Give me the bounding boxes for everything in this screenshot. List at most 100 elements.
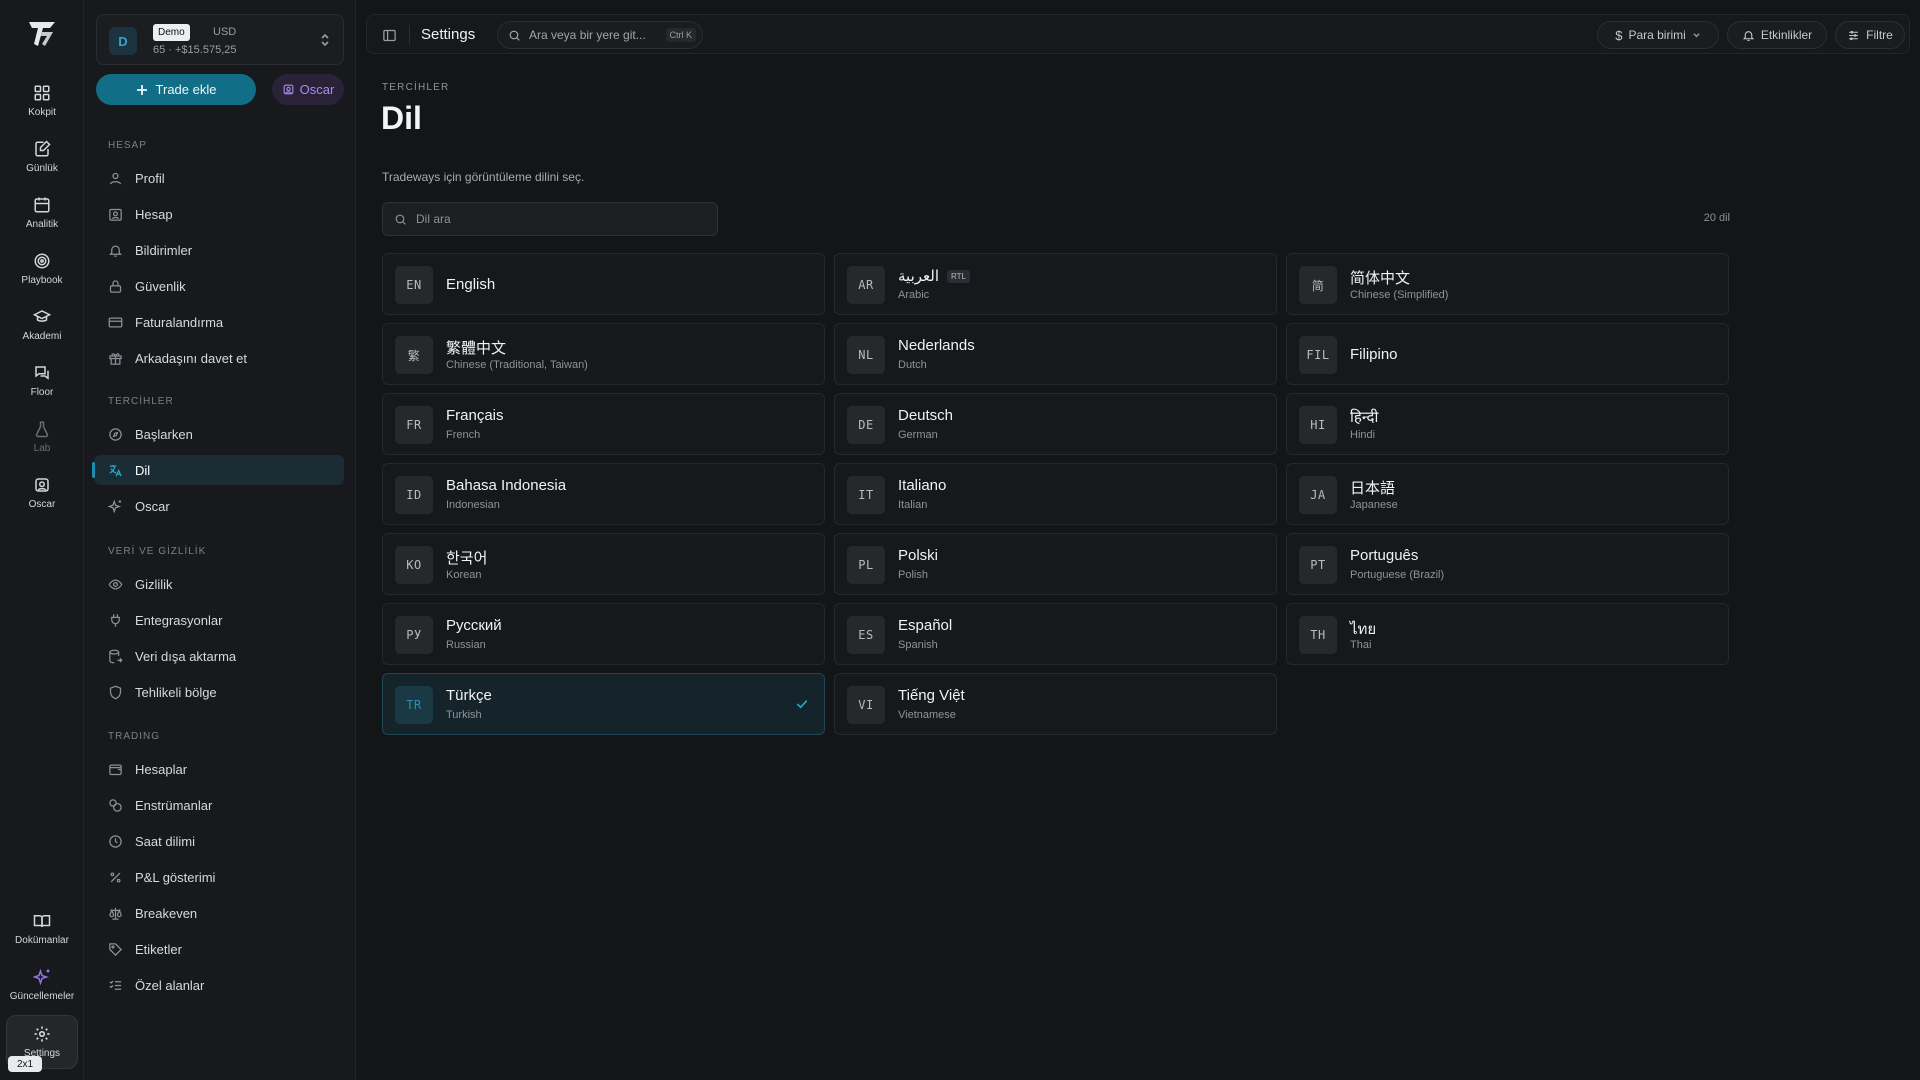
nav-item-hesap[interactable]: Hesap <box>94 199 344 229</box>
rail-item-guncellemeler[interactable]: Güncellemeler <box>6 959 78 1011</box>
nav-item-tehlikeli-bolge[interactable]: Tehlikeli bölge <box>94 677 344 707</box>
language-option[interactable]: VI Tiếng Việt Vietnamese <box>834 673 1277 735</box>
events-button[interactable]: Etkinlikler <box>1727 21 1827 49</box>
language-english-name: Chinese (Simplified) <box>1350 289 1449 301</box>
language-native-label: 日本語 <box>1350 480 1396 497</box>
rail-item-oscar[interactable]: Oscar <box>6 467 78 519</box>
language-option[interactable]: ID Bahasa Indonesia Indonesian <box>382 463 825 525</box>
language-code-badge: FIL <box>1299 336 1337 374</box>
language-native-label: Bahasa Indonesia <box>446 477 567 494</box>
language-native-name: 日本語 <box>1350 477 1395 498</box>
oscar-button[interactable]: Oscar <box>272 74 344 105</box>
language-native-label: 繁體中文 <box>446 340 507 357</box>
section-eyebrow: TERCİHLER <box>382 82 450 93</box>
language-native-label: Polski <box>898 547 939 564</box>
language-option[interactable]: 繁繁體中文 Chinese (Traditional, Taiwan) <box>382 323 825 385</box>
rail-item-akademi[interactable]: Akademi <box>6 299 78 351</box>
nav-item-dil[interactable]: Dil <box>92 455 344 485</box>
language-native-label: English <box>446 276 496 293</box>
chat-icon <box>35 366 49 380</box>
language-option[interactable]: IT Italiano Italian <box>834 463 1277 525</box>
top-bar: Settings Ara veya bir yere git... Ctrl K… <box>366 14 1910 54</box>
language-option[interactable]: ES Español Spanish <box>834 603 1277 665</box>
language-option[interactable]: JA 日本語 Japanese <box>1286 463 1729 525</box>
add-trade-button[interactable]: Trade ekle <box>96 74 256 105</box>
nav-item-saat-dilimi[interactable]: Saat dilimi <box>94 826 344 856</box>
nav-item-ozel-alanlar[interactable]: Özel alanlar <box>94 970 344 1000</box>
nav-label: Özel alanlar <box>135 977 205 993</box>
nav-item-hesaplar[interactable]: Hesaplar <box>94 754 344 784</box>
nav-item-baslarken[interactable]: Başlarken <box>94 419 344 449</box>
oscar-icon <box>35 478 49 492</box>
nav-item-pl-gosterimi[interactable]: P&L gösterimi <box>94 862 344 892</box>
rail-item-playbook[interactable]: Playbook <box>6 243 78 295</box>
rail-label: Kokpit <box>28 107 56 118</box>
language-option[interactable]: PL Polski Polish <box>834 533 1277 595</box>
rail-item-analitik[interactable]: Analitik <box>6 187 78 239</box>
rail-item-lab[interactable]: Lab <box>6 411 78 463</box>
language-option[interactable]: FR Français French <box>382 393 825 455</box>
nav-item-guvenlik[interactable]: Güvenlik <box>94 271 344 301</box>
rail-item-dokumanlar[interactable]: Dokümanlar <box>6 903 78 955</box>
command-search[interactable]: Ara veya bir yere git... Ctrl K <box>497 21 703 49</box>
nav-item-davet[interactable]: Arkadaşını davet et <box>94 343 344 373</box>
rail-label: Analitik <box>25 219 59 230</box>
rail-label: Oscar <box>28 499 56 510</box>
nav-label: Hesaplar <box>135 761 188 777</box>
language-option[interactable]: NL Nederlands Dutch <box>834 323 1277 385</box>
id-card-icon <box>109 208 122 221</box>
nav-item-veri-disa-aktarma[interactable]: Veri dışa aktarma <box>94 641 344 671</box>
nav-item-gizlilik[interactable]: Gizlilik <box>94 569 344 599</box>
account-switcher[interactable]: D Demo USD 65 · +$15.575,25 <box>96 14 344 65</box>
chevron-up-down-icon <box>321 33 329 47</box>
language-code-badge: KO <box>395 546 433 584</box>
language-native-label: العربية <box>898 268 939 285</box>
language-option[interactable]: РУ Русский Russian <box>382 603 825 665</box>
rail-item-kokpit[interactable]: Kokpit <box>6 75 78 127</box>
language-code-badge: РУ <box>395 616 433 654</box>
language-option[interactable]: 简简体中文 Chinese (Simplified) <box>1286 253 1729 315</box>
translate-icon <box>109 464 122 476</box>
language-option[interactable]: FIL Filipino <box>1286 323 1729 385</box>
currency-dropdown[interactable]: $ Para birimi <box>1597 21 1719 49</box>
nav-item-breakeven[interactable]: Breakeven <box>94 898 344 928</box>
nav-item-bildirimler[interactable]: Bildirimler <box>94 235 344 265</box>
coins-icon <box>109 798 122 812</box>
language-option[interactable]: PT Português Portuguese (Brazil) <box>1286 533 1729 595</box>
database-export-icon <box>109 649 123 663</box>
language-native-name: 한국어 <box>446 547 487 568</box>
bell-icon <box>108 245 123 257</box>
language-option[interactable]: EN English <box>382 253 825 315</box>
language-option[interactable]: TR Türkçe Turkish <box>382 673 825 735</box>
nav-item-profil[interactable]: Profil <box>94 163 344 193</box>
nav-item-faturalandirma[interactable]: Faturalandırma <box>94 307 344 337</box>
sidebar-toggle-button[interactable] <box>377 23 401 47</box>
language-native-label: Español <box>898 617 953 634</box>
tradeways-logo-icon[interactable] <box>26 18 58 50</box>
language-option[interactable]: AR العربية RTL Arabic <box>834 253 1277 315</box>
language-option[interactable]: KO 한국어 Korean <box>382 533 825 595</box>
nav-label: Profil <box>135 170 165 186</box>
dollar-icon: $ <box>1615 27 1623 43</box>
language-option[interactable]: TH ไทย Thai <box>1286 603 1729 665</box>
chevron-down-icon <box>1693 32 1700 37</box>
rail-item-floor[interactable]: Floor <box>6 355 78 407</box>
sparkles-icon <box>108 499 122 513</box>
search-icon <box>509 30 520 41</box>
filter-button[interactable]: Filtre <box>1835 21 1905 49</box>
lock-icon <box>109 279 122 293</box>
language-code-badge: IT <box>847 476 885 514</box>
target-icon <box>34 253 50 269</box>
nav-item-etiketler[interactable]: Etiketler <box>94 934 344 964</box>
language-option[interactable]: DE Deutsch German <box>834 393 1277 455</box>
language-native-name: Português <box>1350 547 1418 564</box>
language-search-input[interactable]: Dil ara <box>382 202 718 236</box>
nav-item-oscar[interactable]: Oscar <box>94 491 344 521</box>
nav-item-entegrasyonlar[interactable]: Entegrasyonlar <box>94 605 344 635</box>
language-option[interactable]: HI हिन्दी Hindi <box>1286 393 1729 455</box>
rail-item-gunluk[interactable]: Günlük <box>6 131 78 183</box>
language-native-name: ไทย <box>1350 617 1376 641</box>
language-native-label: Português <box>1350 547 1419 564</box>
command-search-placeholder: Ara veya bir yere git... <box>529 28 646 42</box>
nav-item-enstrumanlar[interactable]: Enstrümanlar <box>94 790 344 820</box>
